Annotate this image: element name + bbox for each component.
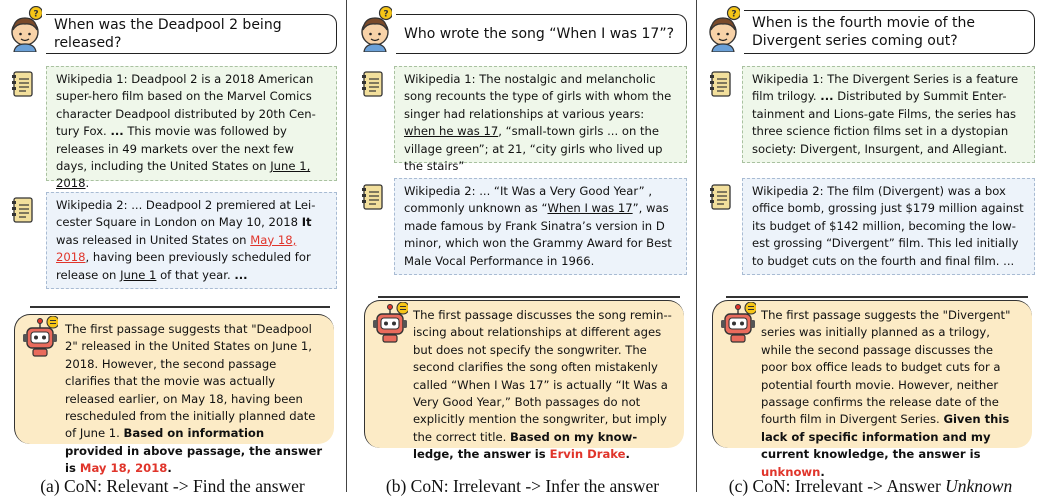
divider-2 — [696, 0, 697, 492]
question-bubble: When was the Deadpool 2 being released? — [46, 14, 337, 54]
user-question-icon — [709, 6, 740, 52]
document-icon — [11, 71, 33, 97]
chain-of-note-answer: The first passage discusses the song rem… — [364, 300, 684, 461]
user-question-icon — [361, 6, 392, 52]
question-row: When was the Deadpool 2 being released? — [0, 6, 345, 54]
document-icon — [361, 184, 383, 210]
document-icon — [709, 184, 731, 210]
user-question-icon — [11, 6, 42, 52]
robot-icon — [22, 316, 58, 357]
panel-b: Who wrote the song “When I was 17”? Wiki… — [350, 0, 695, 503]
chain-of-note-answer: The first passage suggests the "Divergen… — [712, 300, 1032, 479]
wikipedia-passage-1: Wikipedia 1: The Divergent Series is a f… — [742, 66, 1035, 163]
document-icon — [11, 197, 33, 223]
question-bubble: When is the fourth movie of the Divergen… — [744, 10, 1035, 54]
wikipedia-passage-2: Wikipedia 2: The film (Divergent) was a … — [742, 178, 1035, 275]
chain-of-note-answer: The first passage suggests that "Deadpoo… — [14, 314, 334, 475]
note-top-line — [30, 306, 330, 308]
caption-a: (a) CoN: Relevant -> Find the answer — [40, 476, 305, 496]
robot-icon — [372, 302, 408, 343]
document-icon — [361, 71, 383, 97]
question-row: Who wrote the song “When I was 17”? — [350, 6, 695, 54]
caption-b: (b) CoN: Irrelevant -> Infer the answer — [385, 476, 660, 496]
panel-c: When is the fourth movie of the Divergen… — [698, 0, 1043, 503]
note-top-line — [378, 296, 680, 298]
caption-c: (c) CoN: Irrelevant -> Answer Unknown — [728, 476, 1013, 496]
robot-icon — [720, 302, 756, 343]
wikipedia-passage-1: Wikipedia 1: Deadpool 2 is a 2018 Americ… — [46, 66, 337, 190]
question-bubble: Who wrote the song “When I was 17”? — [396, 14, 687, 54]
wikipedia-passage-2: Wikipedia 2: ... Deadpool 2 premiered at… — [46, 192, 337, 289]
wikipedia-passage-1: Wikipedia 1: The nostalgic and melanchol… — [394, 66, 687, 173]
wikipedia-passage-2: Wikipedia 2: ... “It Was a Very Good Yea… — [394, 178, 687, 275]
panel-a: When was the Deadpool 2 being released? … — [0, 0, 345, 503]
document-icon — [709, 71, 731, 97]
note-top-line — [726, 296, 1028, 298]
question-row: When is the fourth movie of the Divergen… — [698, 6, 1043, 54]
divider-1 — [346, 0, 347, 492]
